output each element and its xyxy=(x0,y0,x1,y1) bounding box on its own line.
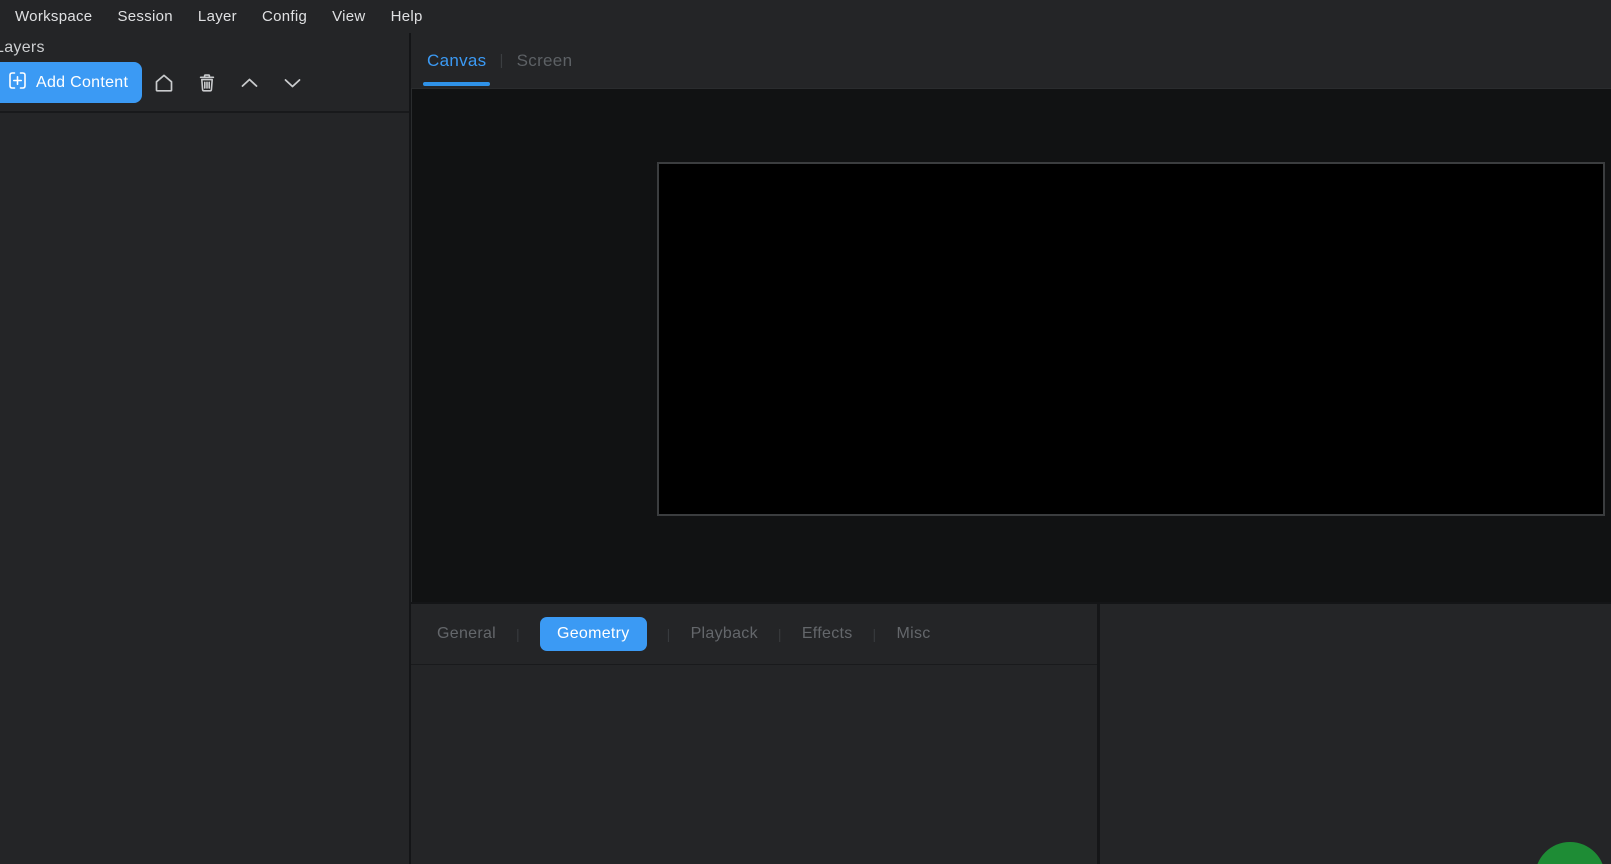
tab-screen-label: Screen xyxy=(517,51,573,71)
menu-bar: Workspace Session Layer Config View Help xyxy=(0,0,1611,33)
properties-body xyxy=(411,665,1097,864)
move-layer-up-button[interactable] xyxy=(228,62,271,103)
layers-panel-title: Layers xyxy=(0,39,45,57)
canvas-viewport[interactable] xyxy=(411,88,1611,602)
tab-general[interactable]: General xyxy=(437,625,496,643)
layers-list[interactable] xyxy=(0,113,409,864)
menu-item-config[interactable]: Config xyxy=(262,8,307,25)
trash-icon xyxy=(196,72,218,94)
bottom-right-panel xyxy=(1100,604,1611,864)
home-icon xyxy=(153,72,175,94)
tab-screen[interactable]: Screen xyxy=(517,33,573,88)
tab-effects[interactable]: Effects xyxy=(802,625,853,643)
view-tab-separator: | xyxy=(499,52,503,69)
app-window: { "menu_bar": { "items": [ {"label": "Wo… xyxy=(0,0,1611,864)
layers-panel: Layers Add Content xyxy=(0,33,409,864)
chevron-up-icon xyxy=(238,72,261,94)
bottom-dock: General | Geometry | Playback | Effects … xyxy=(411,602,1611,864)
layers-toolbar: Add Content xyxy=(0,62,314,103)
properties-tab-separator: | xyxy=(778,626,782,642)
green-action-button[interactable] xyxy=(1535,842,1605,864)
menu-item-workspace[interactable]: Workspace xyxy=(15,8,92,25)
output-surface[interactable] xyxy=(657,162,1605,516)
tab-canvas-label: Canvas xyxy=(427,51,486,71)
properties-tab-separator: | xyxy=(516,626,520,642)
main-region: Canvas | Screen General | Geometry | Pla… xyxy=(411,33,1611,864)
delete-layer-button[interactable] xyxy=(185,62,228,103)
chevron-down-icon xyxy=(281,72,304,94)
view-tab-bar: Canvas | Screen xyxy=(411,33,1611,88)
menu-item-view[interactable]: View xyxy=(332,8,365,25)
properties-tab-separator: | xyxy=(873,626,877,642)
properties-tab-separator: | xyxy=(667,626,671,642)
home-button[interactable] xyxy=(142,62,185,103)
tab-geometry[interactable]: Geometry xyxy=(540,617,647,651)
tab-playback[interactable]: Playback xyxy=(691,625,758,643)
add-content-label: Add Content xyxy=(36,74,128,92)
tab-misc[interactable]: Misc xyxy=(896,625,930,643)
tab-canvas[interactable]: Canvas xyxy=(427,33,486,88)
add-content-button[interactable]: Add Content xyxy=(0,62,142,103)
properties-panel: General | Geometry | Playback | Effects … xyxy=(411,604,1097,864)
move-layer-down-button[interactable] xyxy=(271,62,314,103)
menu-item-help[interactable]: Help xyxy=(391,8,423,25)
add-content-icon xyxy=(8,71,27,95)
properties-tab-bar: General | Geometry | Playback | Effects … xyxy=(411,604,1097,664)
menu-item-session[interactable]: Session xyxy=(117,8,172,25)
menu-item-layer[interactable]: Layer xyxy=(198,8,237,25)
